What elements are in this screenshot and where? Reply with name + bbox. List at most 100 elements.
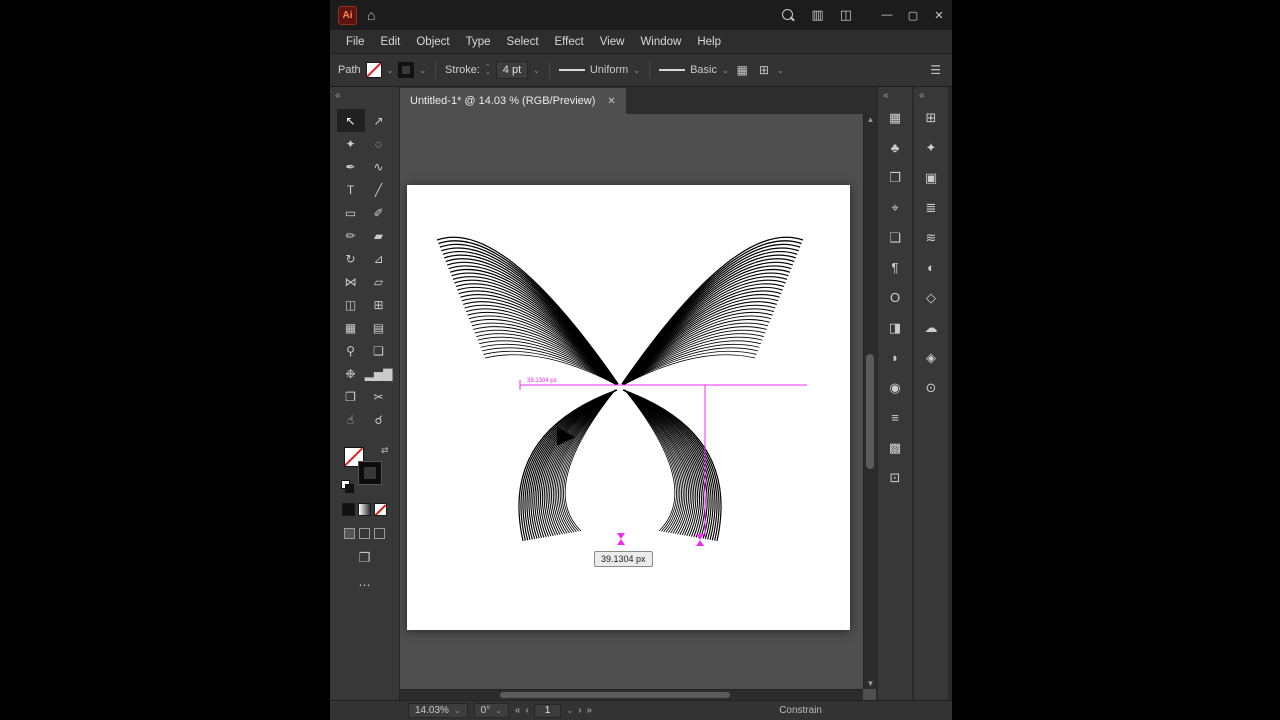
menu-type[interactable]: Type bbox=[458, 33, 499, 51]
width-profile-value[interactable]: Uniform bbox=[590, 64, 629, 76]
scale-tool[interactable]: ⊿ bbox=[365, 247, 393, 270]
panel-icon-links[interactable]: ⊡ bbox=[880, 464, 910, 491]
stroke-color-swatch[interactable] bbox=[398, 62, 415, 78]
fill-none-swatch[interactable] bbox=[365, 62, 382, 78]
vertical-scrollbar[interactable]: ▲ ▼ bbox=[863, 114, 876, 689]
slice-tool[interactable]: ✂ bbox=[365, 385, 393, 408]
column-graph-tool[interactable]: ▂▅▇ bbox=[365, 362, 393, 385]
stroke-label[interactable]: Stroke: bbox=[445, 64, 480, 76]
shape-builder-tool[interactable]: ◫ bbox=[337, 293, 365, 316]
panel-icon-navigator[interactable]: ⌖ bbox=[880, 194, 910, 221]
scroll-down-icon[interactable]: ▼ bbox=[864, 679, 876, 688]
edit-toolbar-icon[interactable]: ⋯ bbox=[359, 578, 371, 592]
color-button[interactable] bbox=[342, 503, 355, 516]
zoom-tool[interactable]: ☌ bbox=[365, 408, 393, 431]
screen-mode-icon[interactable]: ❐ bbox=[359, 550, 371, 566]
menu-window[interactable]: Window bbox=[632, 33, 689, 51]
horizontal-scrollbar[interactable] bbox=[400, 689, 863, 700]
blend-tool[interactable]: ❏ bbox=[365, 339, 393, 362]
panel-icon-stroke[interactable]: ≣ bbox=[916, 194, 946, 221]
brush-dropdown-icon[interactable]: ⌄ bbox=[722, 66, 729, 75]
panel-icon-appearance[interactable]: ◐ bbox=[916, 254, 946, 281]
mesh-tool[interactable]: ▦ bbox=[337, 316, 365, 339]
panel-icon-transparency[interactable]: ▩ bbox=[880, 434, 910, 461]
menu-view[interactable]: View bbox=[592, 33, 633, 51]
document-tab[interactable]: Untitled-1* @ 14.03 % (RGB/Preview) ✕ bbox=[400, 88, 626, 114]
panel-icon-symbols[interactable]: ❏ bbox=[880, 224, 910, 251]
fill-dropdown-icon[interactable]: ⌄ bbox=[387, 66, 394, 75]
panel-icon-export[interactable]: ❐ bbox=[880, 164, 910, 191]
panel-icon-artboards[interactable]: ▦ bbox=[880, 104, 910, 131]
panel-icon-properties[interactable]: ≡ bbox=[880, 404, 910, 431]
dock1-collapse-icon[interactable]: « bbox=[878, 87, 912, 101]
minimize-button[interactable]: — bbox=[874, 0, 900, 30]
app-logo-icon[interactable]: Ai bbox=[338, 5, 357, 25]
pencil-tool[interactable]: ✏ bbox=[337, 224, 365, 247]
width-profile-dropdown-icon[interactable]: ⌄ bbox=[633, 66, 640, 75]
none-button[interactable] bbox=[374, 503, 387, 516]
gradient-button[interactable] bbox=[358, 503, 371, 516]
menu-object[interactable]: Object bbox=[408, 33, 457, 51]
home-icon[interactable]: ⌂ bbox=[367, 7, 375, 23]
eyedropper-tool[interactable]: ⚲ bbox=[337, 339, 365, 362]
stroke-swatch[interactable] bbox=[357, 461, 382, 485]
panel-icon-brushes[interactable]: ≋ bbox=[916, 224, 946, 251]
type-tool[interactable]: T bbox=[337, 178, 365, 201]
artboard[interactable]: 39.1304 px 39.1304 px bbox=[407, 185, 850, 630]
swap-fill-stroke-icon[interactable]: ⇄ bbox=[381, 445, 389, 456]
brush-definition-value[interactable]: Basic bbox=[690, 64, 717, 76]
panel-icon-grid[interactable]: ⊞ bbox=[916, 104, 946, 131]
menu-file[interactable]: File bbox=[338, 33, 373, 51]
menu-help[interactable]: Help bbox=[689, 33, 729, 51]
draw-behind-button[interactable] bbox=[359, 528, 370, 539]
panel-icon-transform[interactable]: ◨ bbox=[880, 314, 910, 341]
maximize-button[interactable]: ▢ bbox=[900, 0, 926, 30]
panel-icon-pattern[interactable]: ♣ bbox=[880, 134, 910, 161]
dock2-collapse-icon[interactable]: « bbox=[914, 87, 948, 101]
stroke-weight-stepper[interactable]: ⌃ ⌄ bbox=[485, 64, 491, 76]
rotation-select[interactable]: 0° ⌄ bbox=[473, 703, 509, 718]
perspective-grid-tool[interactable]: ⊞ bbox=[365, 293, 393, 316]
selection-tool[interactable]: ↖ bbox=[336, 109, 365, 132]
panel-icon-magic[interactable]: ✦ bbox=[916, 134, 946, 161]
stroke-weight-field[interactable]: 4 pt bbox=[495, 61, 529, 79]
direct-selection-tool[interactable]: ↗ bbox=[365, 109, 393, 132]
shape-options-icon[interactable]: ⊞ bbox=[756, 63, 772, 77]
first-artboard-icon[interactable]: « bbox=[515, 705, 521, 716]
panel-icon-libraries[interactable]: ☁ bbox=[916, 314, 946, 341]
line-segment-tool[interactable]: ╱ bbox=[365, 178, 393, 201]
pen-tool[interactable]: ✒ bbox=[337, 155, 365, 178]
stroke-dropdown-icon[interactable]: ⌄ bbox=[419, 66, 426, 75]
horizontal-scroll-thumb[interactable] bbox=[500, 692, 730, 698]
rectangle-tool[interactable]: ▭ bbox=[337, 201, 365, 224]
last-artboard-icon[interactable]: » bbox=[586, 705, 592, 716]
panel-icon-asset-export[interactable]: ⊙ bbox=[916, 374, 946, 401]
next-artboard-icon[interactable]: › bbox=[578, 705, 581, 716]
menu-effect[interactable]: Effect bbox=[547, 33, 592, 51]
width-tool[interactable]: ⋈ bbox=[337, 270, 365, 293]
rotate-tool[interactable]: ↻ bbox=[337, 247, 365, 270]
tab-close-icon[interactable]: ✕ bbox=[607, 96, 615, 107]
panel-icon-color[interactable]: ◉ bbox=[880, 374, 910, 401]
tools-collapse-icon[interactable]: « bbox=[330, 87, 399, 101]
panel-icon-layers[interactable]: ◈ bbox=[916, 344, 946, 371]
menu-edit[interactable]: Edit bbox=[373, 33, 409, 51]
panel-menu-icon[interactable]: ☰ bbox=[927, 63, 944, 77]
hand-tool[interactable]: ☝ bbox=[337, 408, 365, 431]
panel-icon-graphic-styles[interactable]: ◇ bbox=[916, 284, 946, 311]
recolor-artwork-icon[interactable]: ▦ bbox=[734, 63, 751, 77]
curvature-tool[interactable]: ∿ bbox=[365, 155, 393, 178]
panel-icon-opentype[interactable]: O bbox=[880, 284, 910, 311]
magic-wand-tool[interactable]: ✦ bbox=[337, 132, 365, 155]
paintbrush-tool[interactable]: ✐ bbox=[365, 201, 393, 224]
options-dropdown-icon[interactable]: ⌄ bbox=[777, 66, 784, 75]
search-icon[interactable] bbox=[782, 8, 795, 22]
stroke-weight-dropdown-icon[interactable]: ⌄ bbox=[533, 66, 540, 75]
arrange-documents-icon[interactable]: ◫ bbox=[840, 7, 852, 23]
panel-icon-pathfinder[interactable]: ◗ bbox=[880, 344, 910, 371]
previous-artboard-icon[interactable]: ‹ bbox=[525, 705, 528, 716]
close-button[interactable]: ✕ bbox=[926, 0, 952, 30]
panel-icon-swatches[interactable]: ▣ bbox=[916, 164, 946, 191]
free-transform-tool[interactable]: ▱ bbox=[365, 270, 393, 293]
zoom-select[interactable]: 14.03% ⌄ bbox=[408, 703, 468, 718]
